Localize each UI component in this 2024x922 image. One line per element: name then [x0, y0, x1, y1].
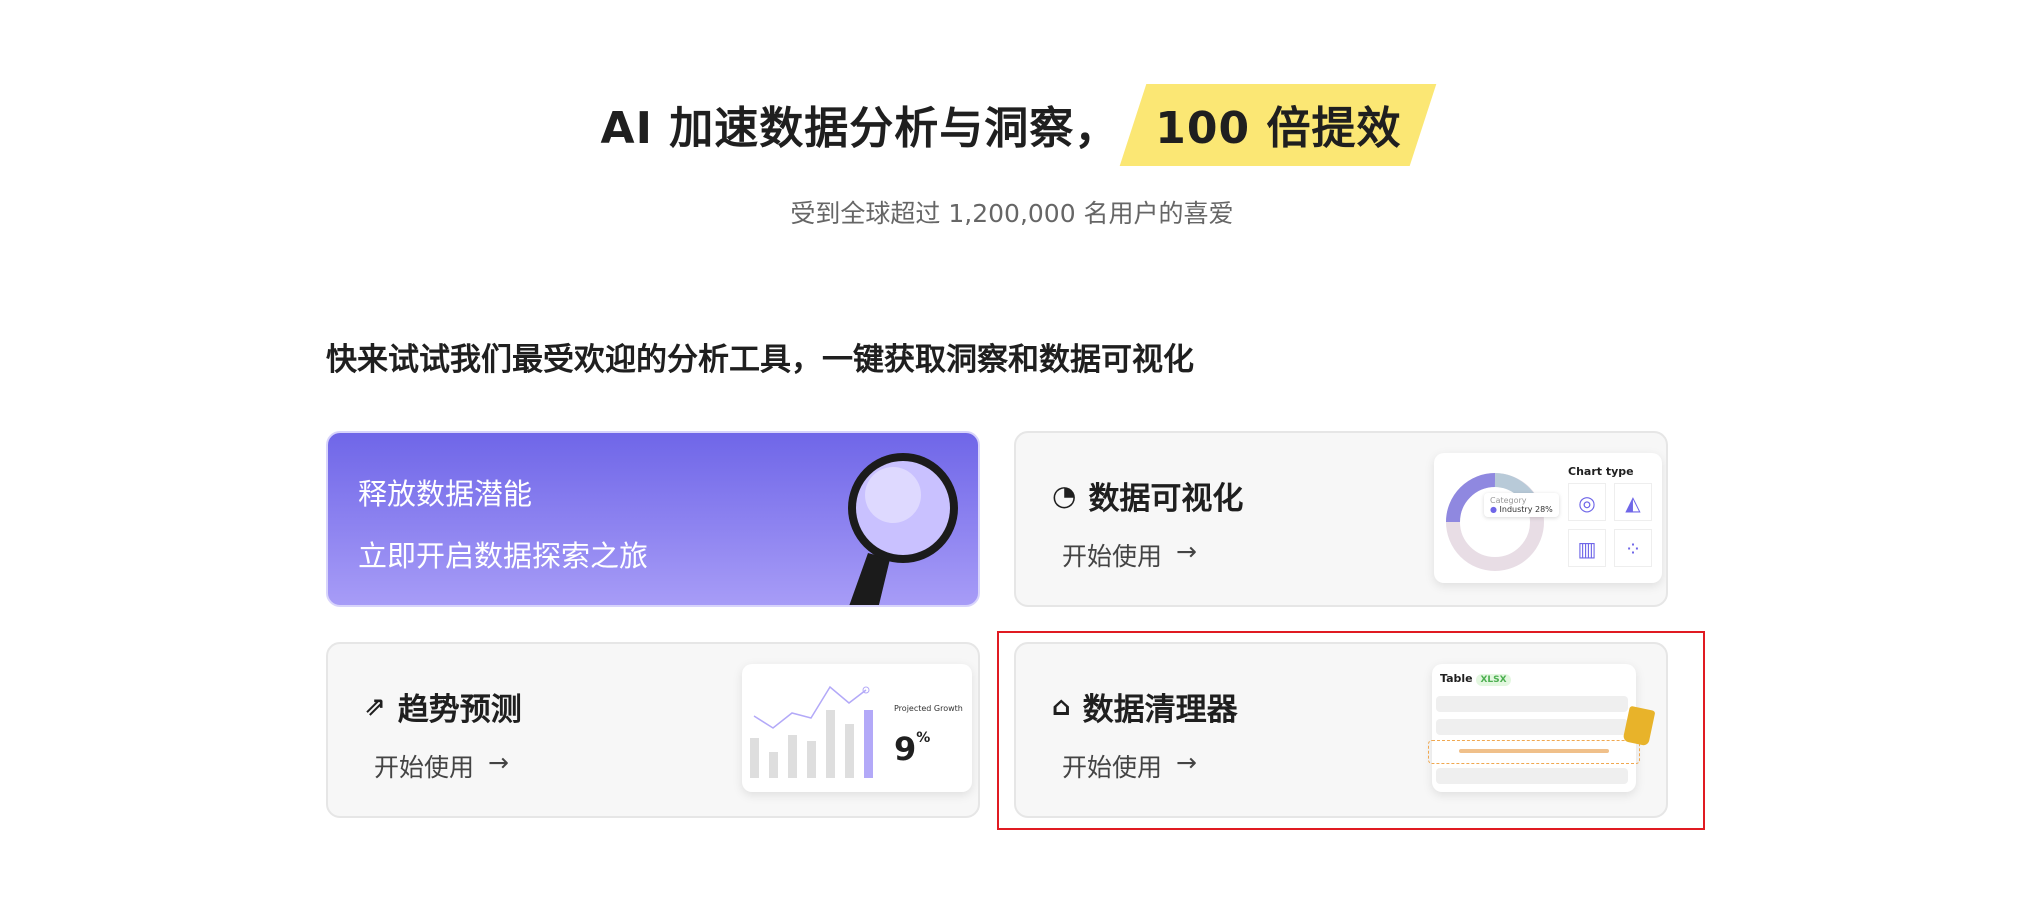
- growth-value: 9%: [894, 730, 930, 768]
- start-label: 开始使用: [1062, 542, 1163, 571]
- forecast-preview: Projected Growth 9%: [742, 664, 972, 792]
- bar-type-icon: ▥: [1568, 529, 1606, 567]
- forecast-chart: [750, 685, 873, 778]
- tooltip: Category ● Industry 28%: [1484, 493, 1559, 517]
- arrow-right-icon: →: [488, 748, 509, 777]
- start-label: 开始使用: [374, 753, 475, 782]
- card-title: 趋势预测: [397, 692, 522, 728]
- start-button[interactable]: 开始使用 →: [374, 748, 509, 784]
- chart-pie-icon: ◔: [1052, 479, 1077, 512]
- scatter-type-icon: ⁘: [1614, 529, 1652, 567]
- donut-type-icon: ◎: [1568, 483, 1606, 521]
- tooltip-value: 28%: [1534, 505, 1553, 514]
- projected-growth-label: Projected Growth: [894, 704, 963, 713]
- start-button[interactable]: 开始使用 →: [1062, 537, 1197, 573]
- selection-highlight: [997, 631, 1705, 830]
- growth-unit: %: [916, 730, 931, 746]
- section-title: 快来试试我们最受欢迎的分析工具，一键获取洞察和数据可视化: [326, 342, 1194, 378]
- promo-line2: 立即开启数据探索之旅: [358, 539, 649, 573]
- promo-line1: 释放数据潜能: [358, 477, 533, 511]
- magnifier-icon: [848, 453, 958, 605]
- tooltip-item: Industry: [1499, 505, 1533, 514]
- hero-highlight: 100 倍提效: [1133, 92, 1423, 156]
- donut-chart: [1446, 473, 1544, 571]
- card-data-visualization[interactable]: ◔ 数据可视化 开始使用 → Category ● Industry 28% Cha…: [1014, 431, 1668, 607]
- tooltip-label: Category: [1490, 496, 1527, 505]
- card-trend-forecast[interactable]: ⇗ 趋势预测 开始使用 → Projected Growth 9%: [326, 642, 980, 818]
- hero-subtitle: 受到全球超过 1,200,000 名用户的喜爱: [790, 199, 1234, 228]
- arrow-right-icon: →: [1176, 537, 1197, 566]
- card-title: 数据可视化: [1088, 481, 1244, 517]
- promo-banner[interactable]: 释放数据潜能 立即开启数据探索之旅: [326, 431, 980, 607]
- area-type-icon: ◭: [1614, 483, 1652, 521]
- visualization-preview: Category ● Industry 28% Chart type ◎ ◭ ▥…: [1434, 453, 1662, 583]
- chart-type-label: Chart type: [1568, 465, 1634, 478]
- trend-up-icon: ⇗: [364, 691, 386, 722]
- growth-number: 9: [894, 730, 917, 768]
- hero-title-text: AI 加速数据分析与洞察，: [600, 103, 1120, 154]
- hero-title: AI 加速数据分析与洞察， 100 倍提效: [0, 92, 2024, 156]
